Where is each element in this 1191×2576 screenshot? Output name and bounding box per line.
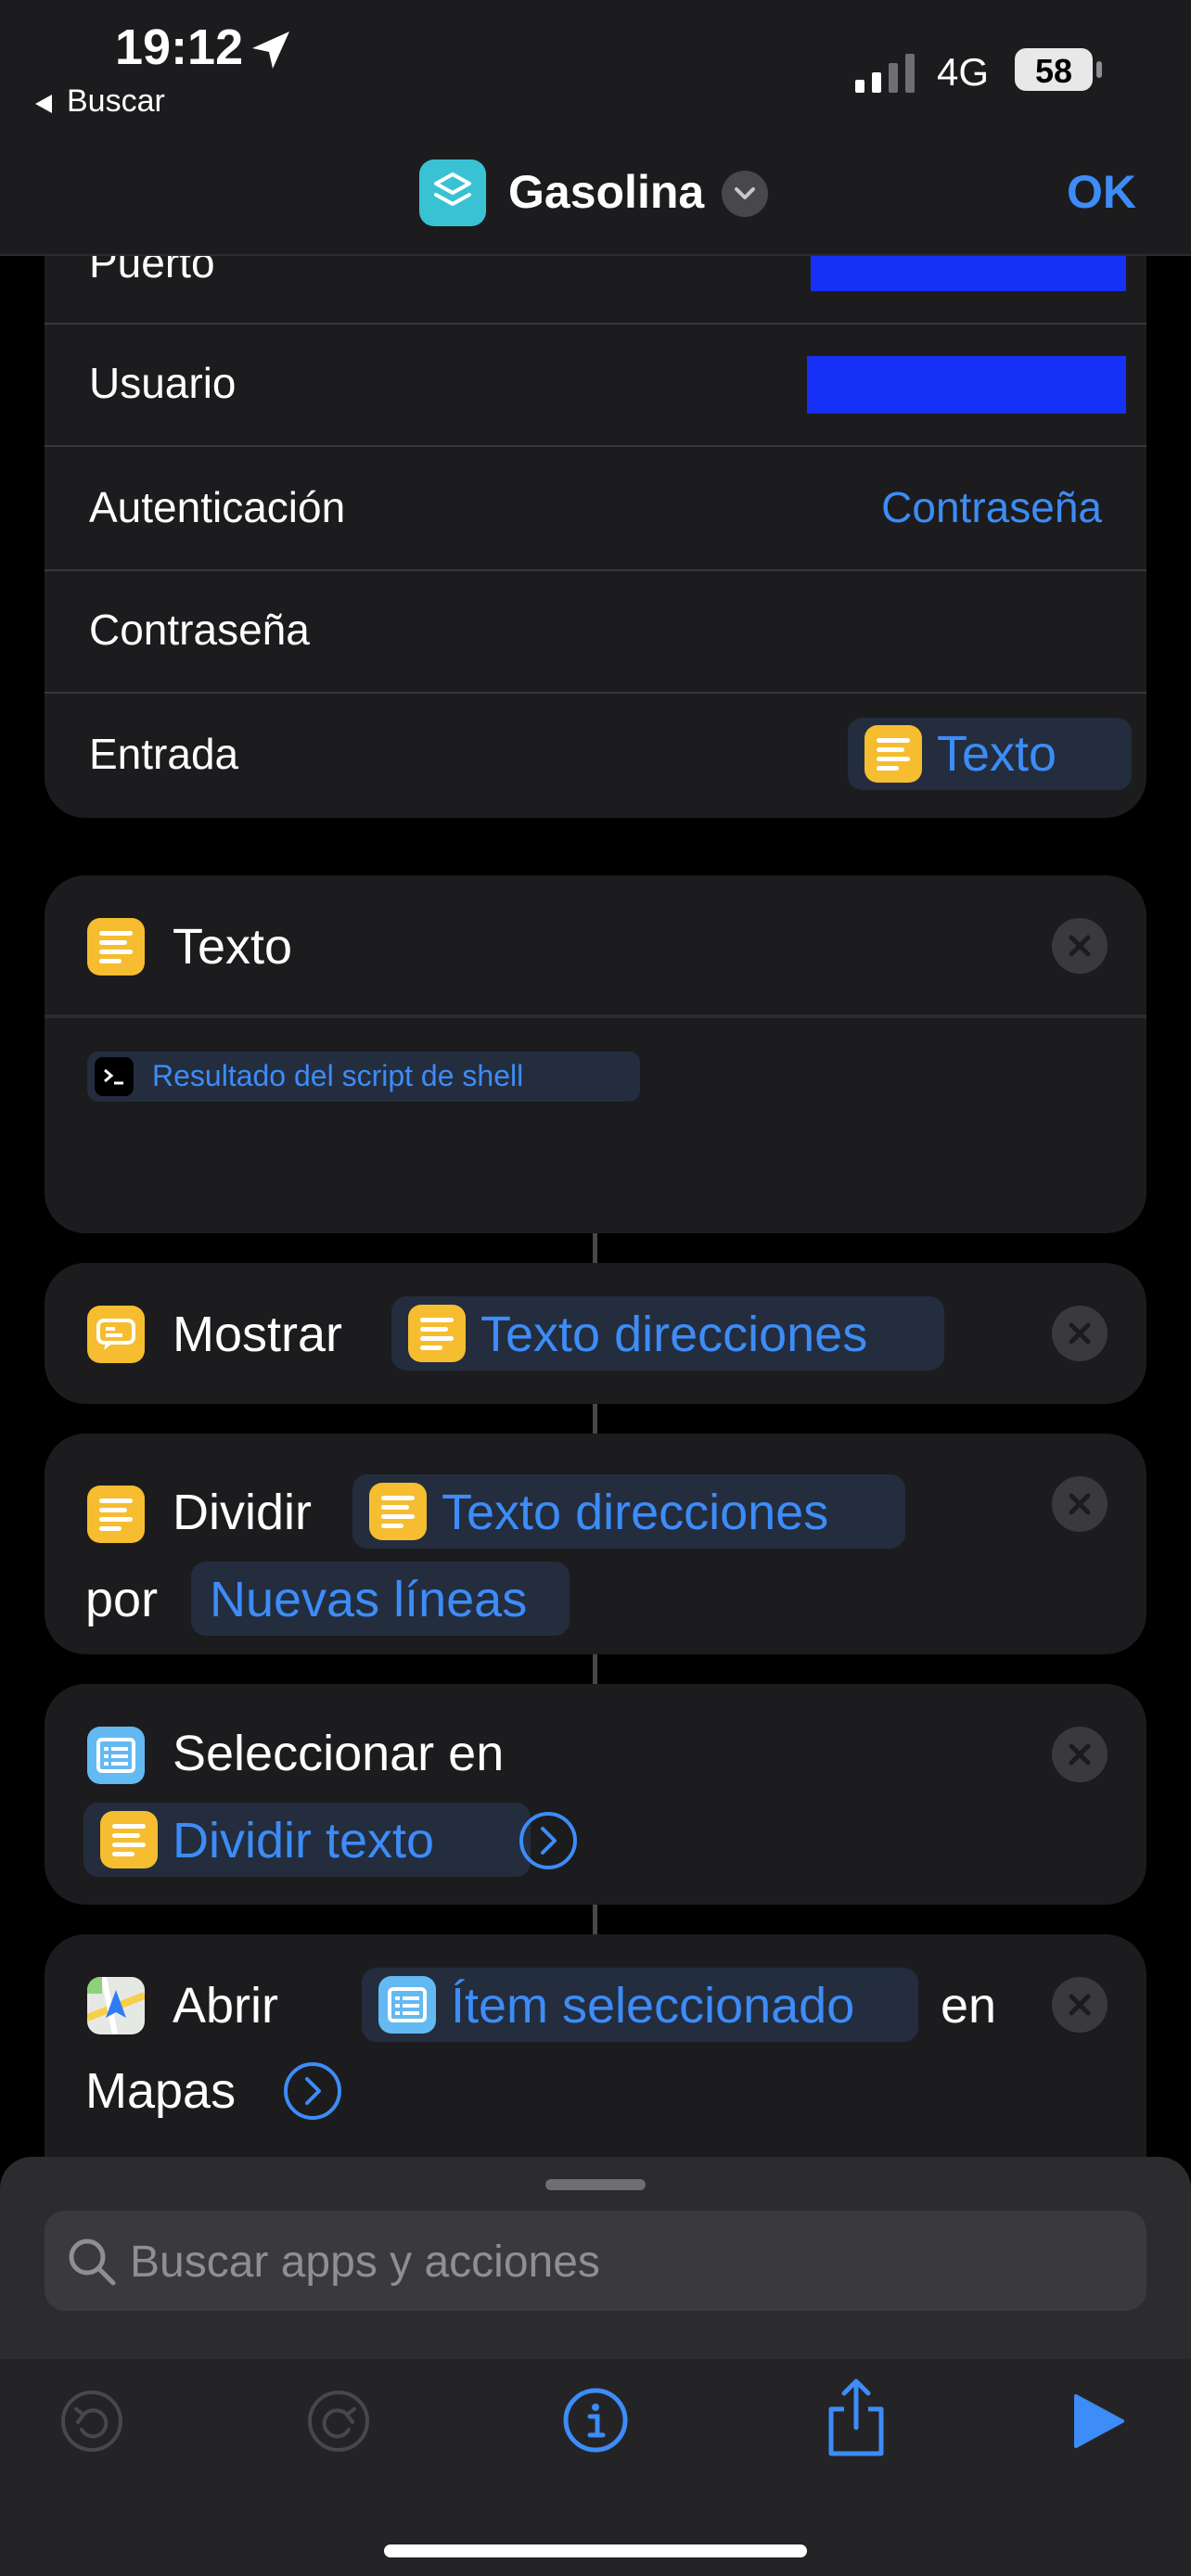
- seleccionar-action-card: Seleccionar en Dividir texto: [45, 1684, 1146, 1905]
- separator-label: Nuevas líneas: [210, 1572, 528, 1627]
- shortcut-icon[interactable]: [419, 159, 486, 226]
- play-icon[interactable]: [1070, 2392, 1126, 2450]
- abrir-verb: Abrir: [173, 1978, 279, 2034]
- close-icon: [1069, 1994, 1091, 2016]
- status-time: 19:12: [115, 19, 244, 75]
- abrir-action-card: Abrir Ítem seleccionado en Mapas: [45, 1934, 1146, 2157]
- text-icon: [87, 918, 145, 976]
- battery-icon: 58: [1015, 48, 1093, 91]
- texto-action-title: Texto: [173, 919, 293, 975]
- close-icon: [1069, 1743, 1091, 1766]
- dividir-token[interactable]: Texto direcciones: [352, 1474, 905, 1549]
- remove-dividir-action-button[interactable]: [1052, 1476, 1108, 1532]
- drawer-grabber[interactable]: [545, 2179, 646, 2190]
- separator-token[interactable]: Nuevas líneas: [191, 1562, 570, 1636]
- puerto-redacted-value[interactable]: [811, 256, 1126, 291]
- search-placeholder: Buscar apps y acciones: [130, 2238, 600, 2287]
- info-icon[interactable]: [562, 2387, 629, 2454]
- mostrar-token[interactable]: Texto direcciones: [391, 1296, 944, 1371]
- location-arrow-icon: [252, 32, 289, 69]
- contrasena-label: Contraseña: [89, 606, 310, 654]
- network-type: 4G: [937, 50, 990, 94]
- share-icon[interactable]: [824, 2376, 889, 2457]
- dividir-verb: Dividir: [173, 1485, 313, 1540]
- text-icon: [864, 725, 922, 783]
- battery-level: 58: [1034, 52, 1073, 90]
- autenticacion-value[interactable]: Contraseña: [881, 482, 1102, 532]
- dividir-action-card: Dividir Texto direcciones por Nuevas lín…: [45, 1434, 1146, 1654]
- done-button[interactable]: OK: [1067, 165, 1136, 219]
- dividir-por: por: [85, 1572, 159, 1627]
- back-triangle-icon: [35, 95, 52, 113]
- shell-result-token[interactable]: Resultado del script de shell: [87, 1052, 640, 1102]
- autenticacion-label: Autenticación: [89, 483, 346, 531]
- entrada-label: Entrada: [89, 730, 239, 778]
- close-icon: [1069, 1493, 1091, 1515]
- action-drawer: Buscar apps y acciones: [0, 2157, 1191, 2359]
- list-icon: [378, 1976, 436, 2034]
- mostrar-token-label: Texto direcciones: [480, 1307, 868, 1362]
- show-result-icon: [87, 1306, 145, 1363]
- abrir-token[interactable]: Ítem seleccionado: [362, 1968, 918, 2042]
- texto-action-card: Texto Resultado del script de shell: [45, 875, 1146, 1233]
- entrada-value-token[interactable]: Texto: [848, 718, 1132, 790]
- remove-texto-action-button[interactable]: [1052, 918, 1108, 974]
- seleccionar-verb: Seleccionar en: [173, 1726, 505, 1781]
- redo-icon[interactable]: [306, 2389, 371, 2454]
- abrir-en: en: [941, 1978, 997, 2034]
- remove-abrir-action-button[interactable]: [1052, 1977, 1108, 2033]
- top-bar: 19:12 Buscar 4G 58 Gasolina OK: [0, 0, 1191, 256]
- shortcut-title[interactable]: Gasolina: [508, 165, 704, 219]
- abrir-token-label: Ítem seleccionado: [451, 1978, 855, 2034]
- text-icon: [100, 1811, 158, 1868]
- search-field[interactable]: Buscar apps y acciones: [45, 2211, 1146, 2311]
- remove-mostrar-action-button[interactable]: [1052, 1306, 1108, 1361]
- bottom-toolbar: [0, 2359, 1191, 2576]
- list-icon: [87, 1727, 145, 1784]
- ssh-parameters-card: Puerto Usuario Autenticación Contraseña …: [45, 167, 1146, 818]
- remove-seleccionar-action-button[interactable]: [1052, 1727, 1108, 1782]
- close-icon: [1069, 1322, 1091, 1345]
- seleccionar-token[interactable]: Dividir texto: [83, 1803, 531, 1877]
- chevron-right-circle-icon[interactable]: [282, 2060, 343, 2122]
- home-indicator: [384, 2544, 807, 2557]
- back-label: Buscar: [67, 83, 165, 119]
- chevron-right-circle-icon[interactable]: [518, 1810, 579, 1871]
- chevron-down-icon[interactable]: [722, 171, 768, 217]
- close-icon: [1069, 935, 1091, 957]
- mostrar-action-card: Mostrar Texto direcciones: [45, 1263, 1146, 1404]
- mostrar-verb: Mostrar: [173, 1307, 343, 1362]
- seleccionar-token-label: Dividir texto: [173, 1813, 435, 1868]
- usuario-redacted-value[interactable]: [807, 356, 1126, 414]
- entrada-value: Texto: [937, 726, 1057, 782]
- undo-icon[interactable]: [59, 2389, 124, 2454]
- maps-icon: [87, 1977, 145, 2034]
- text-icon: [369, 1483, 427, 1540]
- usuario-label: Usuario: [89, 359, 237, 407]
- terminal-icon: [95, 1057, 134, 1096]
- text-icon: [87, 1486, 145, 1543]
- search-icon: [69, 2238, 116, 2286]
- shell-result-label: Resultado del script de shell: [152, 1059, 524, 1092]
- signal-icon: [855, 54, 915, 93]
- abrir-app: Mapas: [85, 2063, 237, 2119]
- dividir-token-label: Texto direcciones: [442, 1485, 829, 1540]
- contrasena-field[interactable]: [601, 586, 1121, 670]
- text-icon: [408, 1305, 466, 1362]
